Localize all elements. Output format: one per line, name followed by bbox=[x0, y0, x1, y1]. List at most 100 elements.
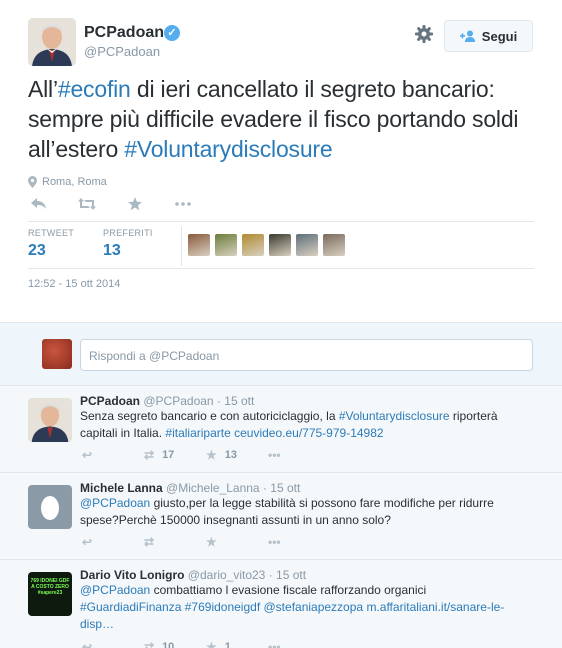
reply-input[interactable]: Rispondi a @PCPadoan bbox=[80, 339, 533, 371]
divider bbox=[181, 226, 182, 266]
tweet-text-part: All’ bbox=[28, 76, 58, 102]
hashtag-link[interactable]: #ecofin bbox=[58, 76, 131, 102]
reply-tweet[interactable]: PCPadoan @PCPadoan · 15 ott Senza segret… bbox=[0, 386, 562, 473]
favorite-count: 1 bbox=[224, 641, 231, 648]
reply-icon[interactable]: ↩ bbox=[82, 448, 144, 462]
reply-icon[interactable]: ↩ bbox=[82, 535, 144, 549]
reply-icon[interactable]: ↩ bbox=[82, 640, 144, 648]
favoriter-avatars bbox=[188, 234, 345, 256]
retweet-action[interactable]: ⇄ bbox=[144, 535, 206, 549]
time-separator: · bbox=[213, 394, 225, 408]
gear-icon[interactable] bbox=[414, 24, 434, 44]
tweet-text: All’#ecofin di ieri cancellato il segret… bbox=[28, 74, 548, 164]
more-icon[interactable]: ••• bbox=[268, 535, 330, 549]
retweet-icon[interactable] bbox=[78, 197, 96, 211]
url-link[interactable]: ceuvideo.eu/775-979-14982 bbox=[234, 426, 383, 440]
reply-actions: ↩ ⇄ ★ ••• bbox=[82, 535, 330, 549]
reply-author-avatar[interactable] bbox=[28, 485, 72, 529]
favoriter-avatar[interactable] bbox=[323, 234, 345, 256]
reply-compose-area: Rispondi a @PCPadoan bbox=[0, 322, 562, 386]
author-handle[interactable]: @PCPadoan bbox=[84, 44, 160, 59]
retweet-count: 10 bbox=[162, 641, 175, 648]
tweet-location[interactable]: Roma, Roma bbox=[28, 176, 107, 188]
hashtag-link[interactable]: #Voluntarydisclosure bbox=[124, 136, 332, 162]
favorite-count: 13 bbox=[224, 449, 238, 461]
reply-text: Senza segreto bancario e con autoricicla… bbox=[80, 408, 530, 442]
hashtag-link[interactable]: #769idoneigdf bbox=[185, 600, 260, 614]
reply-text-part: combattiamo l evasione fiscale rafforzan… bbox=[150, 583, 427, 597]
retweet-action[interactable]: ⇄ 10 bbox=[144, 640, 206, 648]
favorite-action[interactable]: ★ 13 bbox=[206, 448, 268, 462]
retweet-stat-label: RETWEET bbox=[28, 228, 75, 238]
user-avatar bbox=[42, 339, 72, 369]
time-separator: · bbox=[259, 481, 271, 495]
reply-author-handle[interactable]: @dario_vito23 bbox=[188, 568, 266, 582]
favorites-stat-count: 13 bbox=[103, 242, 121, 259]
mention-link[interactable]: @stefaniapezzopa bbox=[264, 600, 364, 614]
reply-header: Dario Vito Lonigro @dario_vito23 · 15 ot… bbox=[80, 568, 306, 582]
favorites-stat[interactable]: PREFERITI 13 bbox=[103, 228, 153, 260]
author-avatar[interactable] bbox=[28, 18, 76, 66]
favoriter-avatar[interactable] bbox=[242, 234, 264, 256]
retweet-icon: ⇄ bbox=[144, 448, 155, 462]
main-tweet: PCPadoan ✓ @PCPadoan Segui All’#ecofin d… bbox=[0, 0, 562, 322]
follow-label: Segui bbox=[481, 28, 518, 44]
verified-badge-icon: ✓ bbox=[164, 25, 180, 41]
reply-author-handle[interactable]: @Michele_Lanna bbox=[166, 481, 260, 495]
star-icon: ★ bbox=[206, 448, 217, 462]
favoriter-avatar[interactable] bbox=[188, 234, 210, 256]
reply-header: Michele Lanna @Michele_Lanna · 15 ott bbox=[80, 481, 300, 495]
avatar-text: #sapere23 bbox=[37, 590, 63, 596]
reply-author-avatar[interactable] bbox=[28, 398, 72, 442]
mention-link[interactable]: @PCPadoan bbox=[80, 583, 150, 597]
reply-time[interactable]: 15 ott bbox=[276, 568, 306, 582]
reply-actions: ↩ ⇄ 10 ★ 1 ••• bbox=[82, 640, 330, 648]
tweet-actions bbox=[30, 197, 192, 211]
retweet-stat[interactable]: RETWEET 23 bbox=[28, 228, 74, 260]
author-name[interactable]: PCPadoan bbox=[84, 24, 164, 42]
reply-header: PCPadoan @PCPadoan · 15 ott bbox=[80, 394, 254, 408]
reply-text: @PCPadoan combattiamo l evasione fiscale… bbox=[80, 582, 530, 633]
reply-author-handle[interactable]: @PCPadoan bbox=[143, 394, 213, 408]
reply-icon[interactable] bbox=[30, 197, 48, 211]
reply-author-name[interactable]: Dario Vito Lonigro bbox=[80, 568, 184, 582]
tweet-timestamp[interactable]: 12:52 - 15 ott 2014 bbox=[28, 278, 120, 290]
hashtag-link[interactable]: #Voluntarydisclosure bbox=[339, 409, 450, 423]
star-icon: ★ bbox=[206, 535, 217, 549]
retweet-count: 17 bbox=[162, 449, 175, 461]
mention-link[interactable]: @PCPadoan bbox=[80, 496, 150, 510]
retweet-stat-count: 23 bbox=[28, 242, 46, 259]
reply-actions: ↩ ⇄ 17 ★ 13 ••• bbox=[82, 448, 330, 462]
reply-text-part: Senza segreto bancario e con autoricicla… bbox=[80, 409, 339, 423]
reply-author-name[interactable]: Michele Lanna bbox=[80, 481, 163, 495]
more-icon[interactable] bbox=[174, 197, 192, 211]
star-icon[interactable] bbox=[126, 197, 144, 211]
retweet-icon: ⇄ bbox=[144, 640, 155, 648]
reply-time[interactable]: 15 ott bbox=[270, 481, 300, 495]
time-separator: · bbox=[265, 568, 277, 582]
map-pin-icon bbox=[28, 176, 37, 188]
reply-time[interactable]: 15 ott bbox=[224, 394, 254, 408]
person-add-icon bbox=[459, 30, 475, 42]
more-icon[interactable]: ••• bbox=[268, 640, 330, 648]
divider bbox=[28, 221, 534, 222]
hashtag-link[interactable]: #italiariparte bbox=[165, 426, 230, 440]
follow-button[interactable]: Segui bbox=[444, 20, 533, 52]
reply-tweet[interactable]: Michele Lanna @Michele_Lanna · 15 ott @P… bbox=[0, 473, 562, 560]
favoriter-avatar[interactable] bbox=[269, 234, 291, 256]
reply-author-avatar[interactable]: 769 IDONEI GDF A COSTO ZERO #sapere23 bbox=[28, 572, 72, 616]
favorite-action[interactable]: ★ bbox=[206, 535, 268, 549]
favoriter-avatar[interactable] bbox=[296, 234, 318, 256]
reply-tweet[interactable]: 769 IDONEI GDF A COSTO ZERO #sapere23 Da… bbox=[0, 560, 562, 648]
more-icon[interactable]: ••• bbox=[268, 448, 330, 462]
star-icon: ★ bbox=[206, 640, 217, 648]
favorites-stat-label: PREFERITI bbox=[103, 228, 153, 238]
favorite-action[interactable]: ★ 1 bbox=[206, 640, 268, 648]
reply-text: @PCPadoan giusto,per la legge stabilità … bbox=[80, 495, 530, 529]
reply-author-name[interactable]: PCPadoan bbox=[80, 394, 140, 408]
retweet-icon: ⇄ bbox=[144, 535, 155, 549]
favoriter-avatar[interactable] bbox=[215, 234, 237, 256]
retweet-action[interactable]: ⇄ 17 bbox=[144, 448, 206, 462]
hashtag-link[interactable]: #GuardiadiFinanza bbox=[80, 600, 181, 614]
divider bbox=[28, 268, 534, 269]
